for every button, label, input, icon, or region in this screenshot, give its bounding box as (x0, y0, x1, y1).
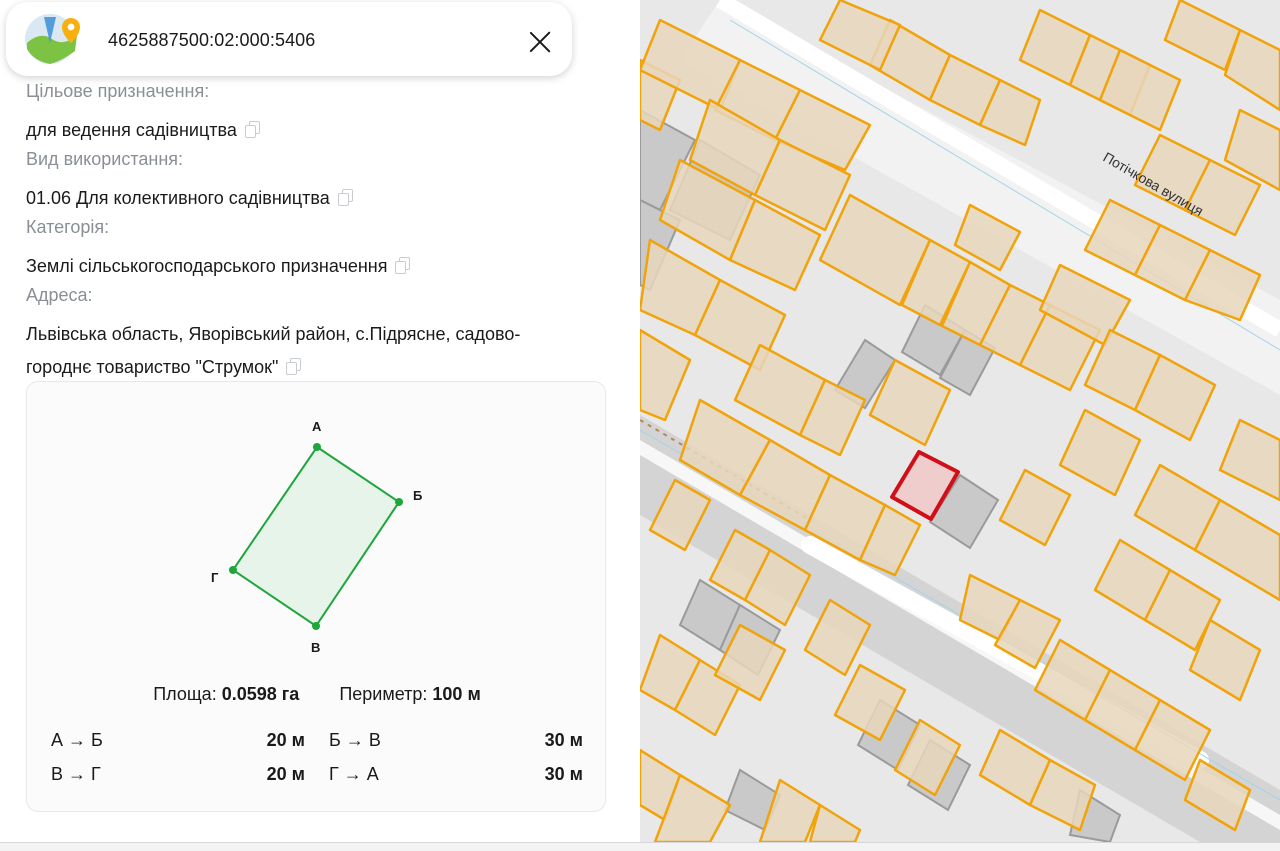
purpose-label: Цільове призначення: (26, 81, 210, 101)
vertex-v-label: В (311, 640, 320, 655)
copy-icon[interactable] (395, 257, 411, 274)
vertex-b-label: Б (413, 488, 422, 503)
vertex-a-label: А (312, 419, 322, 434)
side-length: 20 м (266, 730, 305, 750)
perimeter-label: Периметр: (339, 684, 428, 704)
area-value: 0.0598 га (221, 684, 300, 704)
side-length: 30 м (544, 730, 583, 750)
cadastral-number: 4625887500:02:000:5406 (108, 30, 316, 50)
side-name: Г → А (329, 764, 379, 784)
area-perimeter-line: Площа: 0.0598 га Периметр: 100 м (27, 684, 607, 705)
category-label: Категорія: (26, 217, 110, 237)
area-label: Площа: (153, 684, 217, 704)
perimeter-value: 100 м (432, 684, 481, 704)
side-length: 20 м (266, 764, 305, 784)
cadastral-map[interactable]: Потічкова вулиця (640, 0, 1280, 842)
map-pin-logo-icon (25, 14, 80, 64)
purpose-value: для ведення садівництва (26, 114, 606, 147)
side-name: Б → В (329, 730, 381, 750)
vertex-b (395, 498, 403, 506)
parcel-polygon (231, 445, 401, 628)
side-length: 30 м (544, 764, 583, 784)
map-canvas[interactable]: Потічкова вулиця (640, 0, 1280, 842)
window-bottom-edge (0, 842, 1280, 851)
vertex-a (313, 443, 321, 451)
side-row: А → Б 20 м Б → В 30 м (51, 730, 583, 764)
usage-value: 01.06 Для колективного садівництва (26, 182, 606, 215)
vertex-g (229, 566, 237, 574)
side-lengths: А → Б 20 м Б → В 30 м В → Г 20 м Г → А 3… (51, 730, 583, 798)
parcels (640, 0, 1280, 842)
copy-icon[interactable] (244, 121, 260, 138)
parcel-fields: Цільове призначення: для ведення садівни… (26, 80, 606, 384)
parcel-info-panel: 4625887500:02:000:5406 Цільове призначен… (0, 0, 640, 851)
vertex-g-label: Г (211, 570, 219, 585)
address-label: Адреса: (26, 285, 93, 305)
geometry-card: А Б В Г Площа: 0.0598 га Периметр: 100 м… (26, 381, 606, 812)
side-name: В → Г (51, 764, 101, 784)
vertex-v (312, 622, 320, 630)
usage-label: Вид використання: (26, 149, 184, 169)
side-row: В → Г 20 м Г → А 30 м (51, 764, 583, 798)
copy-icon[interactable] (337, 189, 353, 206)
close-icon[interactable] (522, 24, 558, 60)
parcel-header-card: 4625887500:02:000:5406 (6, 2, 572, 76)
parcel-shape-diagram: А Б В Г (211, 419, 422, 655)
copy-icon[interactable] (286, 358, 302, 375)
address-value: Львівська область, Яворівський район, с.… (26, 324, 521, 377)
side-name: А → Б (51, 730, 103, 750)
category-value: Землі сільськогосподарського призначення (26, 250, 606, 283)
